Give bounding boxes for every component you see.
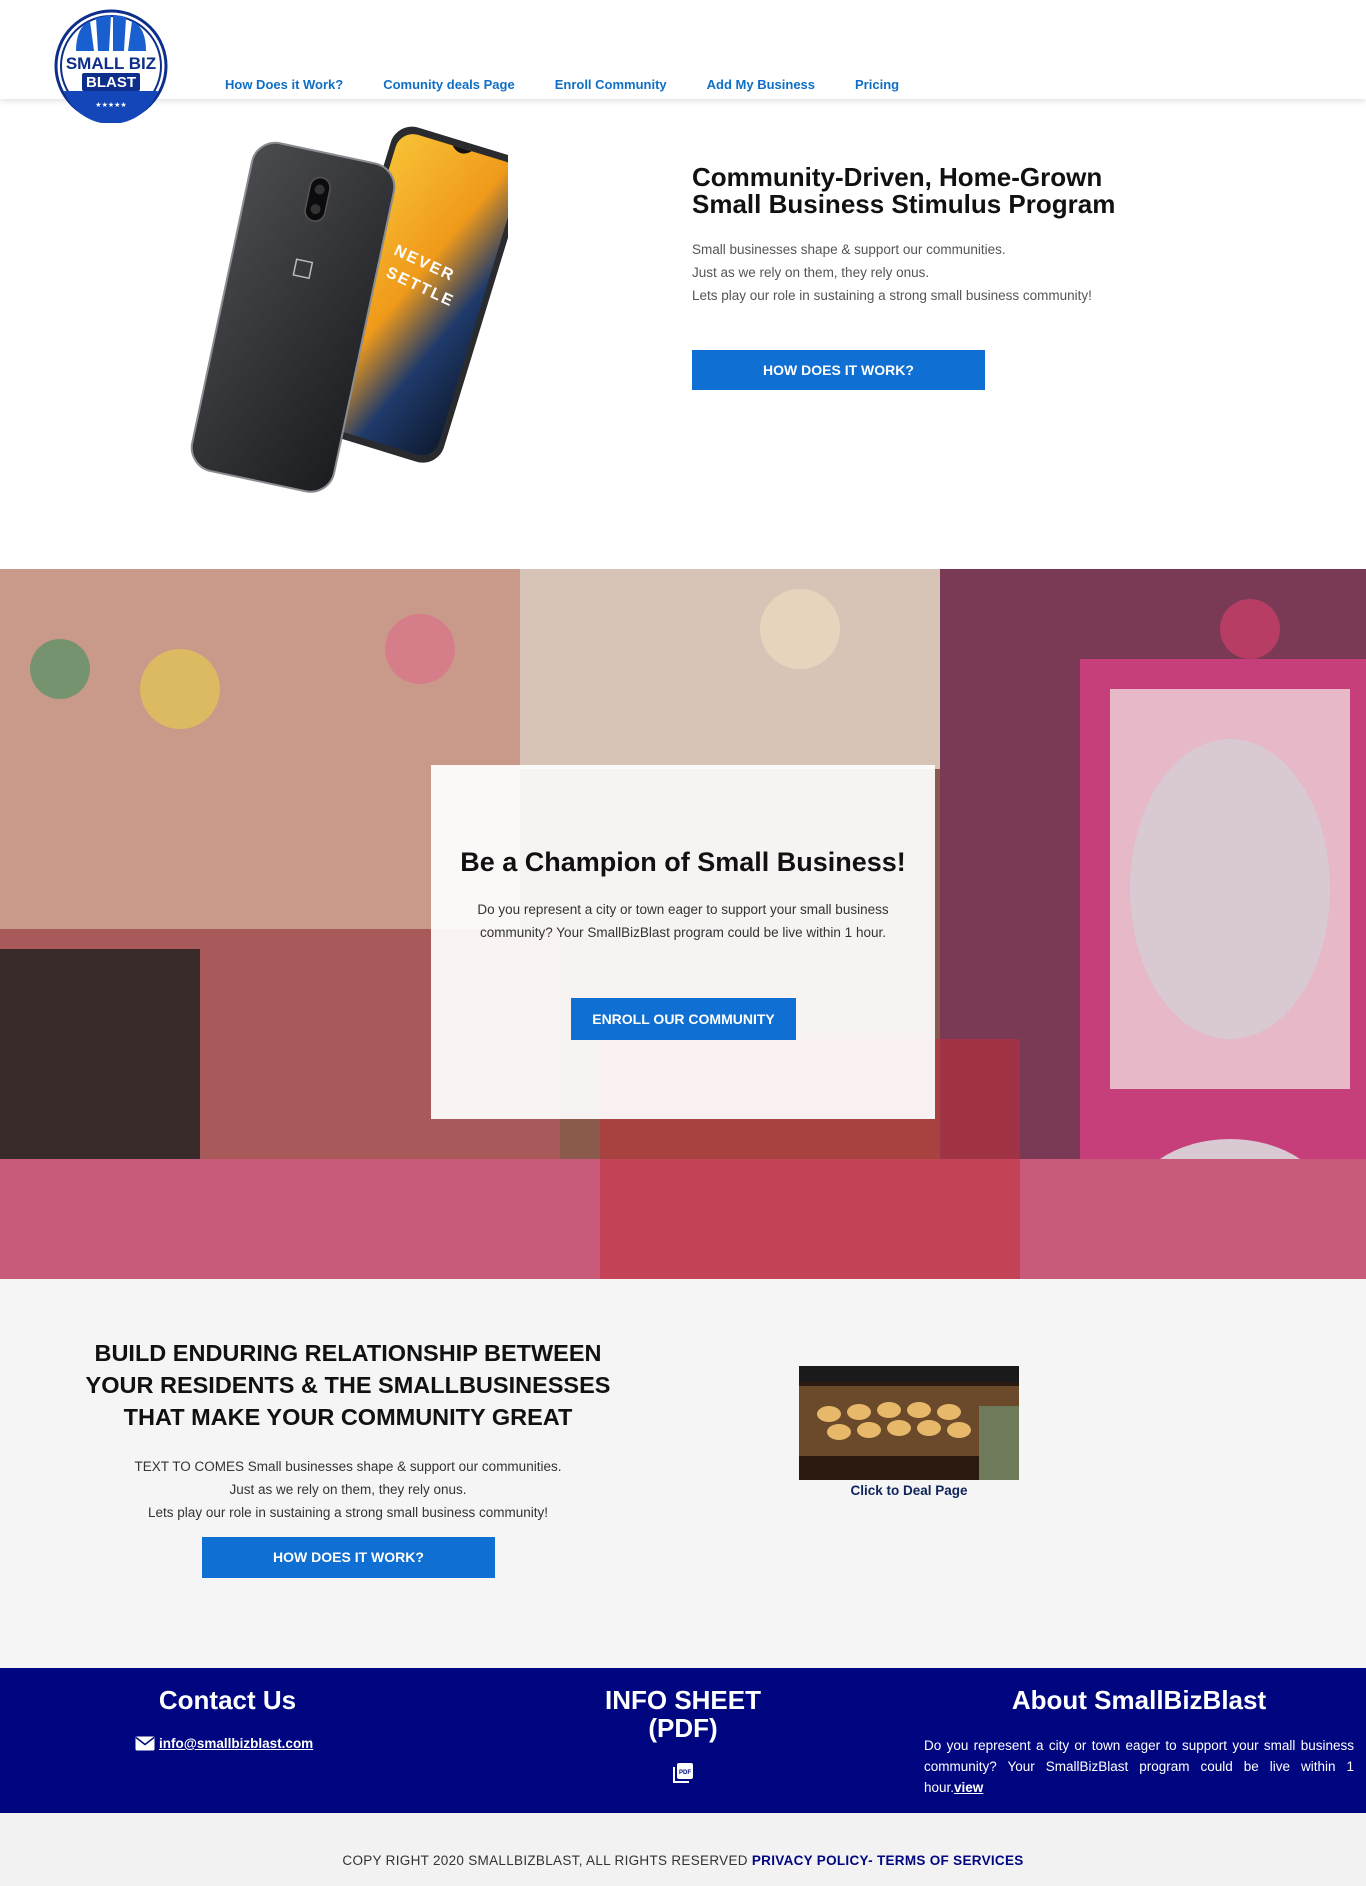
- champion-banner: Be a Champion of Small Business! Do you …: [0, 569, 1366, 1279]
- nav-enroll-community[interactable]: Enroll Community: [555, 77, 667, 92]
- info-sheet-title: INFO SHEET (PDF): [604, 1685, 761, 1743]
- relationship-title: BUILD ENDURING RELATIONSHIP BETWEEN YOUR…: [85, 1340, 611, 1430]
- small-biz-blast-logo[interactable]: SMALL BIZ BLAST ★★★★★: [54, 9, 168, 123]
- hero-section: NEVER SETTLE Community-Driven, Home-Grow…: [0, 99, 1366, 569]
- about-description: Do you represent a city or town eager to…: [924, 1738, 1354, 1795]
- nav-pricing[interactable]: Pricing: [855, 77, 899, 92]
- hero-text-block: Community-Driven, Home-Grown Small Busin…: [692, 164, 1212, 307]
- contact-email-row: info@smallbizblast.com: [135, 1736, 313, 1751]
- relationship-how-it-works-button[interactable]: HOW DOES IT WORK?: [202, 1537, 495, 1578]
- nav-add-business[interactable]: Add My Business: [707, 77, 815, 92]
- svg-text:BLAST: BLAST: [86, 74, 136, 91]
- legal-separator: -: [868, 1853, 877, 1868]
- contact-email-link[interactable]: info@smallbizblast.com: [159, 1736, 313, 1751]
- copyright-text: COPY RIGHT 2020 SMALLBIZBLAST, ALL RIGHT…: [342, 1853, 752, 1868]
- champion-card: Be a Champion of Small Business! Do you …: [431, 765, 935, 1119]
- pdf-icon[interactable]: PDF: [672, 1762, 694, 1784]
- nav-how-it-works[interactable]: How Does it Work?: [225, 77, 343, 92]
- hero-title: Community-Driven, Home-Grown Small Busin…: [692, 162, 1116, 219]
- deal-page-link[interactable]: Click to Deal Page: [799, 1483, 1019, 1498]
- phone-image: NEVER SETTLE: [190, 126, 508, 493]
- contact-title: Contact Us: [158, 1685, 297, 1715]
- champion-title: Be a Champion of Small Business!: [460, 847, 906, 877]
- about-title: About SmallBizBlast: [1011, 1685, 1267, 1715]
- main-nav: How Does it Work? Comunity deals Page En…: [225, 77, 899, 92]
- deal-page-image[interactable]: [799, 1366, 1019, 1480]
- about-view-link[interactable]: view: [954, 1780, 983, 1795]
- hero-how-it-works-button[interactable]: HOW DOES IT WORK?: [692, 350, 985, 390]
- svg-text:SMALL BIZ: SMALL BIZ: [66, 54, 156, 73]
- terms-of-service-link[interactable]: TERMS OF SERVICES: [877, 1853, 1024, 1868]
- enroll-community-button[interactable]: ENROLL OUR COMMUNITY: [571, 998, 796, 1040]
- champion-description: Do you represent a city or town eager to…: [477, 902, 889, 940]
- svg-text:PDF: PDF: [679, 1770, 691, 1776]
- copyright-bar: COPY RIGHT 2020 SMALLBIZBLAST, ALL RIGHT…: [0, 1813, 1366, 1886]
- relationship-section: BUILD ENDURING RELATIONSHIP BETWEEN YOUR…: [0, 1279, 1366, 1668]
- hero-description: Small businesses shape & support our com…: [692, 242, 1092, 303]
- site-header: How Does it Work? Comunity deals Page En…: [0, 0, 1366, 99]
- svg-text:★★★★★: ★★★★★: [95, 101, 126, 109]
- relationship-description: TEXT TO COMES Small businesses shape & s…: [134, 1459, 562, 1520]
- nav-community-deals[interactable]: Comunity deals Page: [383, 77, 514, 92]
- site-footer: Contact Us info@smallbizblast.com INFO S…: [0, 1668, 1366, 1813]
- envelope-icon: [135, 1736, 155, 1751]
- privacy-policy-link[interactable]: PRIVACY POLICY: [752, 1853, 868, 1868]
